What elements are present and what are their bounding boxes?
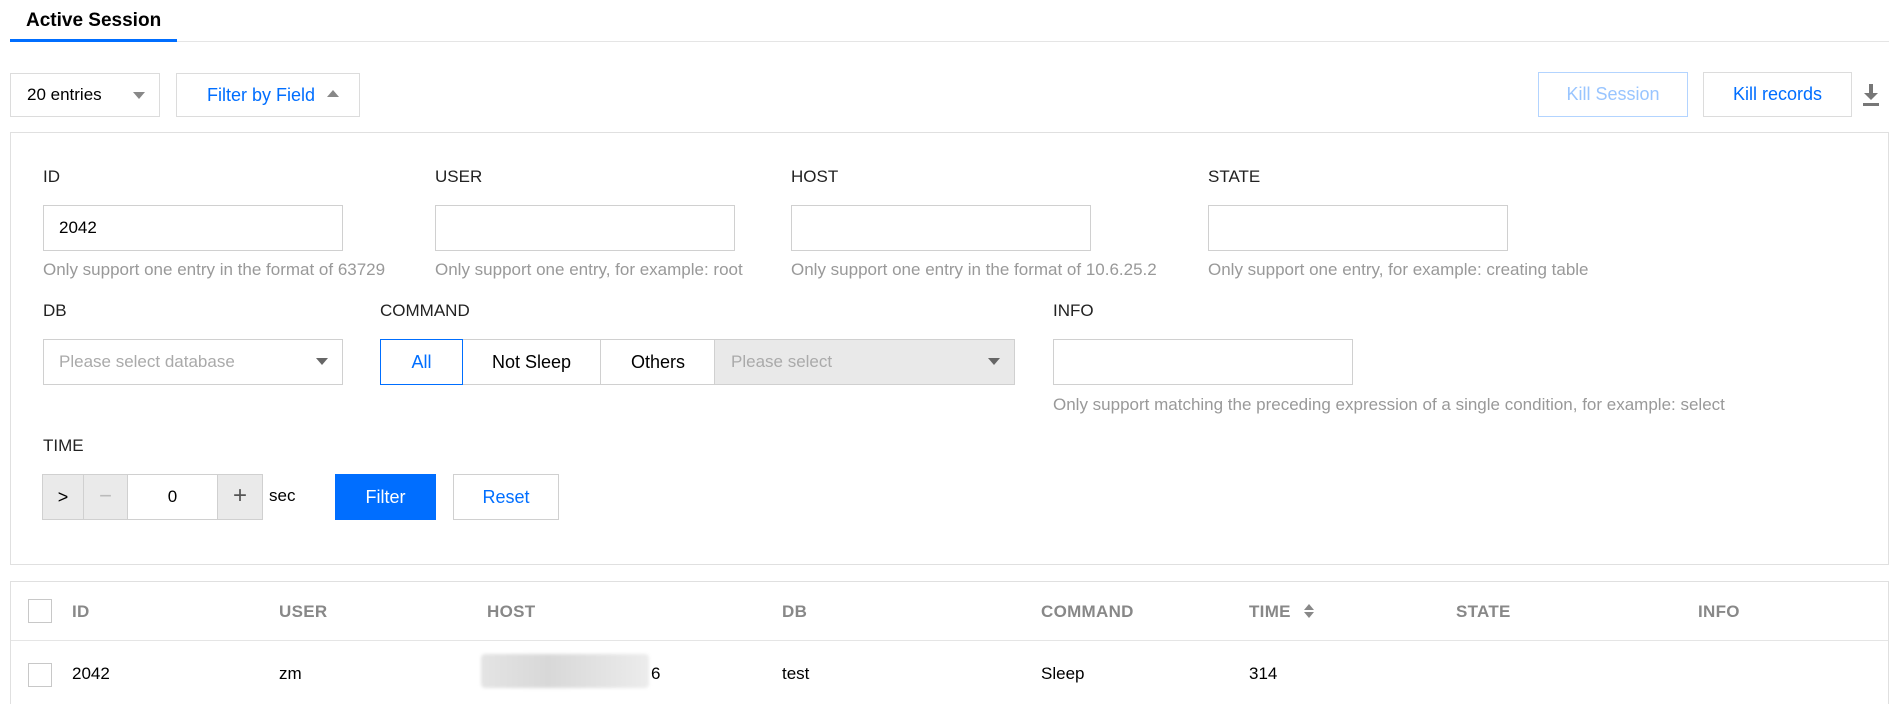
kill-session-button[interactable]: Kill Session	[1538, 72, 1688, 117]
state-hint: Only support one entry, for example: cre…	[1208, 260, 1589, 279]
user-hint: Only support one entry, for example: roo…	[435, 260, 743, 279]
session-table: ID USER HOST DB COMMAND TIME STATE INFO …	[10, 581, 1889, 704]
filter-by-field-label: Filter by Field	[207, 85, 316, 105]
user-input[interactable]	[435, 205, 735, 251]
entries-label: 20 entries	[27, 85, 102, 104]
command-select-placeholder: Please select	[731, 352, 833, 371]
chevron-down-icon	[316, 358, 328, 365]
column-header-time-label: TIME	[1249, 602, 1291, 621]
tab-bar: Active Session	[10, 0, 1889, 42]
id-input[interactable]: 2042	[43, 205, 343, 251]
cell-host: 6	[651, 664, 661, 683]
cell-db: test	[782, 664, 810, 683]
info-label: INFO	[1053, 301, 1094, 320]
cell-command: Sleep	[1041, 664, 1085, 683]
command-option-all[interactable]: All	[380, 339, 463, 385]
reset-button[interactable]: Reset	[453, 474, 559, 520]
column-header-state: STATE	[1456, 602, 1511, 621]
time-label: TIME	[43, 436, 84, 455]
column-header-info: INFO	[1698, 602, 1740, 621]
time-increment-button[interactable]: +	[217, 474, 263, 520]
chevron-down-icon	[133, 92, 145, 99]
column-header-host: HOST	[487, 602, 536, 621]
id-hint: Only support one entry in the format of …	[43, 260, 386, 279]
row-checkbox[interactable]	[28, 663, 52, 687]
column-header-user: USER	[279, 602, 328, 621]
filter-by-field-button[interactable]: Filter by Field	[176, 73, 360, 117]
column-header-id: ID	[72, 602, 90, 621]
filter-button[interactable]: Filter	[335, 474, 436, 520]
db-select[interactable]: Please select database	[43, 339, 343, 385]
cell-time: 314	[1249, 664, 1278, 683]
command-option-not-sleep[interactable]: Not Sleep	[462, 339, 601, 385]
redacted-host	[481, 654, 649, 688]
kill-records-button[interactable]: Kill records	[1703, 72, 1852, 117]
info-hint: Only support matching the preceding expr…	[1053, 395, 1725, 414]
cell-id: 2042	[72, 664, 110, 683]
command-option-others[interactable]: Others	[600, 339, 716, 385]
time-operator-button[interactable]: >	[42, 474, 84, 520]
user-label: USER	[435, 167, 483, 186]
host-label: HOST	[791, 167, 839, 186]
command-others-select[interactable]: Please select	[714, 339, 1015, 385]
time-unit-label: sec	[269, 486, 296, 505]
entries-per-page-select[interactable]: 20 entries	[10, 73, 160, 117]
table-header: ID USER HOST DB COMMAND TIME STATE INFO	[11, 582, 1888, 641]
tab-active-session[interactable]: Active Session	[10, 0, 178, 42]
info-input[interactable]	[1053, 339, 1353, 385]
state-input[interactable]	[1208, 205, 1508, 251]
db-label: DB	[43, 301, 67, 320]
chevron-up-icon	[327, 90, 339, 97]
id-label: ID	[43, 167, 60, 186]
time-value-input[interactable]: 0	[127, 474, 218, 520]
db-select-placeholder: Please select database	[59, 352, 235, 371]
state-label: STATE	[1208, 167, 1261, 186]
host-hint: Only support one entry in the format of …	[791, 260, 1157, 279]
time-decrement-button[interactable]: −	[83, 474, 128, 520]
command-label: COMMAND	[380, 301, 470, 320]
cell-user: zm	[279, 664, 302, 683]
sort-icon[interactable]	[1303, 604, 1314, 618]
column-header-db: DB	[782, 602, 808, 621]
column-header-time[interactable]: TIME	[1249, 602, 1314, 622]
download-icon[interactable]	[1862, 84, 1880, 106]
select-all-checkbox[interactable]	[28, 599, 52, 623]
host-input[interactable]	[791, 205, 1091, 251]
column-header-command: COMMAND	[1041, 602, 1134, 621]
chevron-down-icon	[988, 358, 1000, 365]
